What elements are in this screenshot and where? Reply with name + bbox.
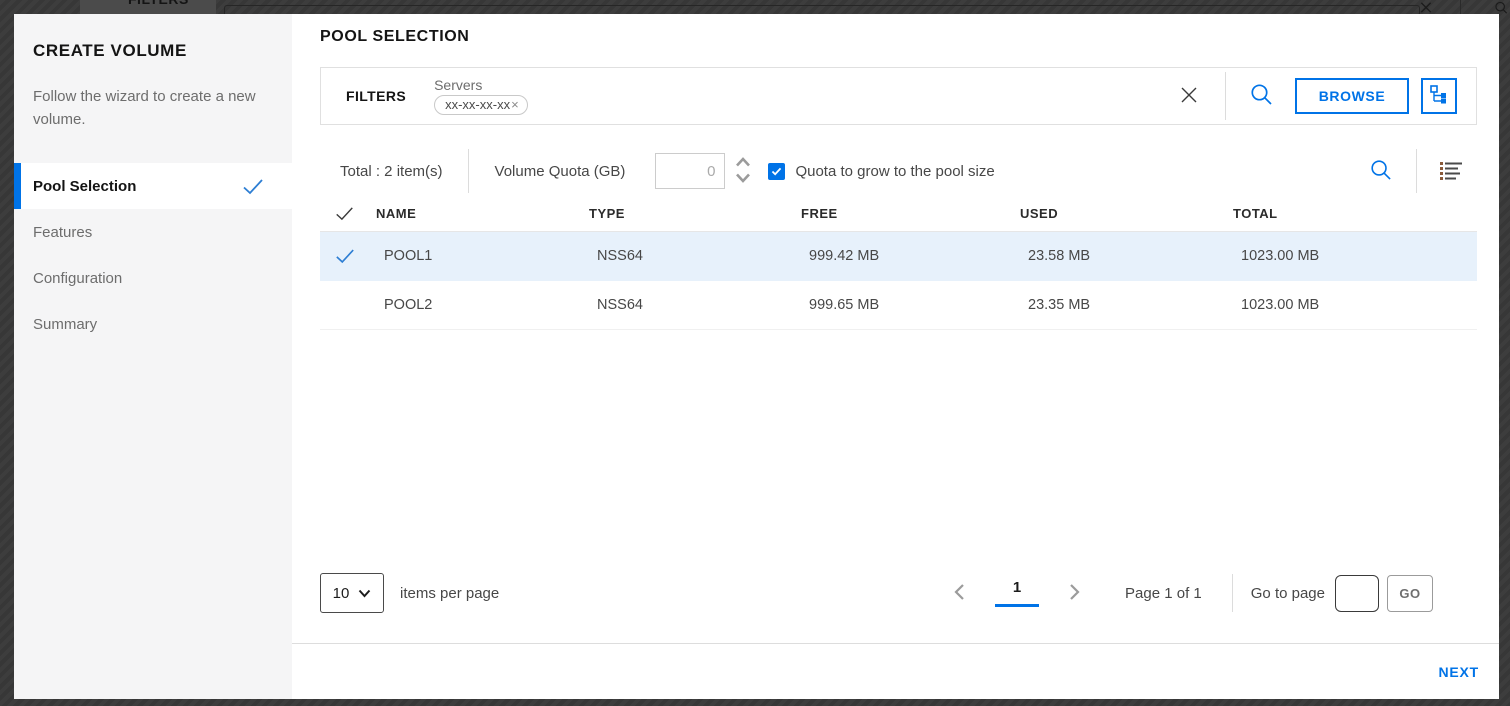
pager-divider	[1232, 574, 1233, 612]
next-page-button[interactable]	[1063, 579, 1087, 608]
cell-total: 1023.00 MB	[1233, 248, 1477, 264]
column-header-used[interactable]: USED	[1020, 206, 1233, 221]
list-view-button[interactable]	[1439, 160, 1463, 183]
row-selected-check-icon[interactable]	[320, 248, 376, 264]
wizard-main-panel: POOL SELECTION FILTERS Servers xx-xx-xx-…	[292, 14, 1499, 699]
stepper-up-button[interactable]	[734, 156, 752, 170]
cell-used: 23.58 MB	[1020, 248, 1233, 264]
chevron-down-icon	[358, 585, 371, 602]
cell-total: 1023.00 MB	[1233, 297, 1477, 313]
step-pool-selection[interactable]: Pool Selection	[14, 163, 292, 209]
background-filters-label: FILTERS	[128, 0, 216, 7]
pool-selection-content: POOL SELECTION FILTERS Servers xx-xx-xx-…	[292, 14, 1499, 643]
column-header-type[interactable]: TYPE	[589, 206, 801, 221]
pager: 1 Page 1 of 1 Go to page GO	[947, 574, 1477, 612]
clear-filters-button[interactable]	[1179, 85, 1199, 108]
current-page-number: 1	[995, 579, 1039, 596]
apply-filter-search-button[interactable]	[1250, 83, 1273, 109]
browse-button[interactable]: BROWSE	[1295, 78, 1409, 114]
list-view-icon	[1439, 160, 1463, 183]
step-label: Summary	[33, 316, 97, 333]
background-filters-bar: FILTERS	[80, 0, 216, 14]
table-row-pool2[interactable]: POOL2 NSS64 999.65 MB 23.35 MB 1023.00 M…	[320, 281, 1477, 330]
pagination-bar: 10 items per page 1	[320, 573, 1477, 613]
total-items-label: Total : 2 item(s)	[340, 163, 443, 180]
background-divider	[1460, 0, 1461, 14]
column-header-free[interactable]: FREE	[801, 206, 1020, 221]
table-header-row: NAME TYPE FREE USED TOTAL	[320, 195, 1477, 232]
wizard-sidebar: CREATE VOLUME Follow the wizard to creat…	[14, 14, 292, 699]
content-spacer	[320, 330, 1477, 573]
step-summary[interactable]: Summary	[14, 301, 292, 347]
tree-icon	[1428, 84, 1450, 109]
tree-view-button[interactable]	[1421, 78, 1457, 114]
go-button[interactable]: GO	[1387, 575, 1433, 612]
step-configuration[interactable]: Configuration	[14, 255, 292, 301]
pools-table: NAME TYPE FREE USED TOTAL POOL1 NSS64 99…	[320, 195, 1477, 330]
check-icon	[242, 178, 264, 195]
chevron-up-icon	[734, 156, 752, 171]
quota-grow-checkbox[interactable]	[768, 163, 785, 180]
cell-name: POOL2	[376, 297, 589, 313]
cell-type: NSS64	[589, 297, 801, 313]
quota-grow-label: Quota to grow to the pool size	[795, 163, 994, 180]
chevron-down-icon	[734, 172, 752, 187]
toolbar-divider	[468, 149, 469, 193]
dialog-title: CREATE VOLUME	[33, 41, 272, 61]
page-size-value: 10	[333, 585, 350, 602]
items-per-page-label: items per page	[400, 585, 499, 602]
chip-label: xx-xx-xx-xx	[445, 97, 510, 112]
filter-bar: FILTERS Servers xx-xx-xx-xx ×	[320, 67, 1477, 125]
chip-remove-icon[interactable]: ×	[511, 97, 519, 112]
page-size-select[interactable]: 10	[320, 573, 384, 613]
column-header-total[interactable]: TOTAL	[1233, 206, 1477, 221]
table-toolbar: Total : 2 item(s) Volume Quota (GB)	[320, 147, 1477, 195]
current-page-underline	[995, 604, 1039, 607]
wizard-steps: Pool Selection Features Configuration Su…	[14, 163, 292, 347]
check-icon	[771, 163, 782, 180]
cell-name: POOL1	[376, 248, 589, 264]
cell-type: NSS64	[589, 248, 801, 264]
step-features[interactable]: Features	[14, 209, 292, 255]
filter-divider	[1225, 72, 1226, 120]
select-all-check-icon[interactable]	[320, 206, 376, 221]
current-page-indicator[interactable]: 1	[995, 579, 1039, 607]
search-icon	[1250, 83, 1273, 109]
cell-free: 999.65 MB	[801, 297, 1020, 313]
column-header-name[interactable]: NAME	[376, 206, 589, 221]
cell-free: 999.42 MB	[801, 248, 1020, 264]
table-row-pool1[interactable]: POOL1 NSS64 999.42 MB 23.58 MB 1023.00 M…	[320, 232, 1477, 281]
next-button[interactable]: NEXT	[1438, 664, 1479, 680]
create-volume-dialog: CREATE VOLUME Follow the wizard to creat…	[14, 14, 1499, 699]
servers-filter-group: Servers xx-xx-xx-xx ×	[434, 77, 528, 115]
volume-quota-label: Volume Quota (GB)	[495, 163, 626, 180]
dialog-footer: NEXT	[292, 643, 1499, 699]
page-title: POOL SELECTION	[320, 28, 1477, 46]
table-search-button[interactable]	[1370, 159, 1392, 184]
step-label: Pool Selection	[33, 178, 136, 195]
page-info-label: Page 1 of 1	[1125, 585, 1202, 602]
server-filter-chip[interactable]: xx-xx-xx-xx ×	[434, 95, 528, 115]
servers-filter-label: Servers	[434, 77, 528, 93]
go-to-page-input[interactable]	[1335, 575, 1379, 612]
filters-label: FILTERS	[346, 88, 406, 104]
search-icon	[1370, 159, 1392, 184]
chevron-right-icon	[1069, 583, 1081, 604]
chevron-left-icon	[953, 583, 965, 604]
cell-used: 23.35 MB	[1020, 297, 1233, 313]
stepper-down-button[interactable]	[734, 172, 752, 186]
close-icon	[1179, 85, 1199, 108]
step-label: Configuration	[33, 270, 122, 287]
volume-quota-input[interactable]	[655, 153, 725, 189]
step-label: Features	[33, 224, 92, 241]
previous-page-button[interactable]	[947, 579, 971, 608]
wizard-description: Follow the wizard to create a new volume…	[33, 86, 264, 131]
go-to-page-label: Go to page	[1251, 585, 1325, 602]
quota-stepper	[734, 156, 752, 186]
toolbar-divider	[1416, 149, 1417, 193]
